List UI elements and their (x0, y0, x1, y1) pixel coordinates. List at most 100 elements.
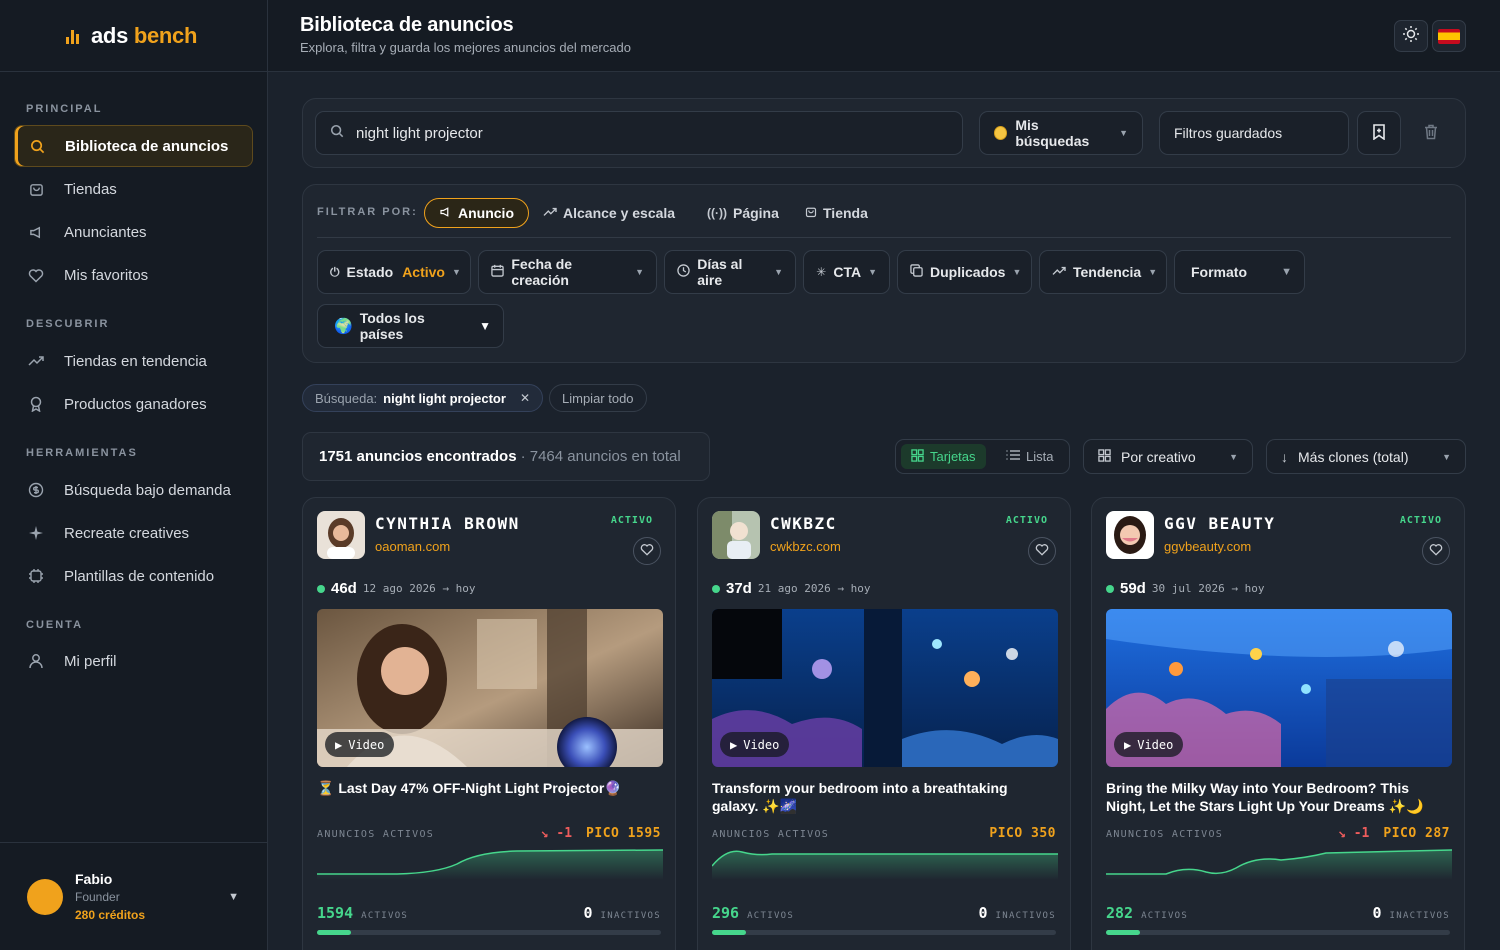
broadcast-icon: ((·)) (707, 206, 727, 220)
formato-filter[interactable]: Formato ▼ (1174, 250, 1305, 294)
active-label: ACTIVOS (1141, 911, 1189, 921)
ad-copy: ⏳ Last Day 47% OFF-Night Light Projector… (317, 780, 622, 796)
favorite-button[interactable] (633, 537, 661, 565)
play-icon: ▶ (1124, 737, 1132, 752)
dias-al-aire-filter[interactable]: Días al aire ▼ (664, 250, 796, 294)
days-running: 46d (331, 580, 357, 597)
clock-icon (677, 264, 690, 280)
sort-label: Más clones (total) (1298, 448, 1409, 465)
ad-card[interactable]: GGV BEAUTY ggvbeauty.com ACTIVO 59d 30 j… (1091, 497, 1465, 950)
progress-fill (1106, 930, 1141, 935)
tab-label: Página (732, 205, 779, 221)
tendencia-filter[interactable]: Tendencia ▼ (1039, 250, 1167, 294)
view-cards-button[interactable]: Tarjetas (901, 444, 986, 469)
user-menu[interactable]: Fabio Founder 280 créditos ▼ (0, 842, 267, 950)
tab-alcance[interactable]: Alcance y escala (529, 198, 689, 228)
advertiser-domain[interactable]: ggvbeauty.com (1164, 539, 1251, 554)
theme-toggle-button[interactable] (1394, 20, 1428, 52)
favorite-button[interactable] (1422, 537, 1450, 565)
counts-row: 1594 ACTIVOS 0 INACTIVOS (317, 903, 661, 922)
tab-tienda[interactable]: Tienda (791, 198, 882, 228)
filter-divider (317, 237, 1451, 238)
duplicados-filter[interactable]: Duplicados ▼ (897, 250, 1032, 294)
paises-label: Todos los países (359, 310, 425, 342)
inactive-count: 0 (978, 904, 988, 922)
sidebar-item-label: Tiendas en tendencia (64, 352, 207, 370)
delete-search-button[interactable] (1409, 111, 1453, 155)
advertiser-domain[interactable]: cwkbzc.com (770, 539, 841, 554)
tab-anuncio[interactable]: Anuncio (424, 198, 529, 228)
search-input[interactable] (356, 124, 916, 142)
running-period: 37d 21 ago 2026 → hoy (712, 580, 870, 597)
my-searches-dropdown[interactable]: Mis búsquedas ▼ (979, 111, 1143, 155)
trending-icon (28, 353, 44, 369)
brand-logo[interactable]: ads bench (0, 0, 267, 72)
bar-chart-icon (66, 28, 79, 44)
progress-fill (712, 930, 747, 935)
trend-delta: ↘ -1 (540, 826, 573, 841)
sidebar-item-label: Recreate creatives (64, 524, 190, 542)
tab-label: Alcance y escala (563, 205, 676, 221)
language-button[interactable] (1432, 20, 1466, 52)
filter-panel: FILTRAR POR: Anuncio Alcance y escala ((… (302, 184, 1466, 363)
sort-dropdown[interactable]: ↓ Más clones (total) ▼ (1266, 439, 1466, 474)
megaphone-icon (439, 206, 452, 221)
active-search-chip[interactable]: Búsqueda: night light projector ✕ (302, 384, 543, 412)
sidebar-item-favoritos[interactable]: Mis favoritos (14, 254, 253, 296)
fecha-creacion-filter[interactable]: Fecha de creación ▼ (478, 250, 657, 294)
chevron-down-icon: ▼ (1281, 266, 1292, 278)
sidebar-item-busqueda-demanda[interactable]: Búsqueda bajo demanda (14, 469, 253, 511)
advertiser-name[interactable]: GGV BEAUTY (1164, 514, 1275, 533)
group-by-dropdown[interactable]: Por creativo ▼ (1083, 439, 1253, 474)
active-count: 296 (712, 904, 740, 922)
status-dot (712, 584, 720, 593)
search-box (315, 111, 963, 155)
advertiser-domain[interactable]: oaoman.com (375, 539, 450, 554)
saved-filters-button[interactable]: Filtros guardados (1159, 111, 1349, 155)
close-icon[interactable]: ✕ (520, 391, 530, 405)
video-badge: ▶ Video (1114, 732, 1184, 757)
sidebar-item-anunciantes[interactable]: Anunciantes (14, 211, 253, 253)
sidebar-item-recreate[interactable]: Recreate creatives (14, 512, 253, 554)
stat-summary: PICO 350 (975, 826, 1056, 841)
heart-icon (28, 267, 44, 283)
cta-filter[interactable]: ✳ CTA ▼ (803, 250, 890, 294)
search-panel: Mis búsquedas ▼ Filtros guardados (302, 98, 1466, 168)
tab-pagina[interactable]: ((·)) Página (693, 198, 793, 228)
sidebar-item-label: Productos ganadores (64, 395, 207, 413)
peak-value: PICO 287 (1383, 826, 1450, 841)
active-label: ACTIVOS (361, 911, 409, 921)
advertiser-name[interactable]: CYNTHIA BROWN (375, 514, 520, 533)
active-label: ACTIVOS (747, 911, 795, 921)
sidebar-item-plantillas[interactable]: Plantillas de contenido (14, 555, 253, 597)
view-list-button[interactable]: Lista (996, 444, 1063, 469)
award-icon (28, 396, 44, 412)
brand-name: ads bench (91, 22, 198, 48)
media-type: Video (348, 737, 385, 752)
tab-label: Anuncio (458, 205, 514, 221)
chevron-down-icon: ▼ (774, 267, 783, 277)
ad-card[interactable]: CWKBZC cwkbzc.com ACTIVO 37d 21 ago 2026… (697, 497, 1071, 950)
sidebar-item-productos-ganadores[interactable]: Productos ganadores (14, 383, 253, 425)
ad-creative-thumbnail[interactable]: ▶ Video (712, 609, 1058, 767)
clear-all-button[interactable]: Limpiar todo (549, 384, 647, 412)
ad-card[interactable]: CYNTHIA BROWN oaoman.com ACTIVO 46d 12 a… (302, 497, 676, 950)
sidebar-item-biblioteca[interactable]: Biblioteca de anuncios (14, 125, 253, 167)
chevron-down-icon: ▼ (1229, 451, 1238, 462)
ad-creative-thumbnail[interactable]: ▶ Video (317, 609, 663, 767)
favorite-button[interactable] (1028, 537, 1056, 565)
advertiser-name[interactable]: CWKBZC (770, 514, 837, 533)
trending-icon (1052, 265, 1066, 280)
bookmark-icon (1372, 123, 1386, 143)
estado-filter[interactable]: ⏻ Estado Activo ▼ (317, 250, 471, 294)
sidebar-item-mi-perfil[interactable]: Mi perfil (14, 640, 253, 682)
paises-filter[interactable]: 🌍 Todos los países ▼ (317, 304, 504, 348)
ad-creative-thumbnail[interactable]: ▶ Video (1106, 609, 1452, 767)
sidebar-item-tiendas[interactable]: Tiendas (14, 168, 253, 210)
running-period: 46d 12 ago 2026 → hoy (317, 580, 475, 597)
save-search-button[interactable] (1357, 111, 1401, 155)
user-name: Fabio (75, 871, 113, 887)
view-toggle: Tarjetas Lista (895, 439, 1070, 474)
sidebar-item-label: Búsqueda bajo demanda (64, 481, 231, 499)
sidebar-item-tiendas-tendencia[interactable]: Tiendas en tendencia (14, 340, 253, 382)
